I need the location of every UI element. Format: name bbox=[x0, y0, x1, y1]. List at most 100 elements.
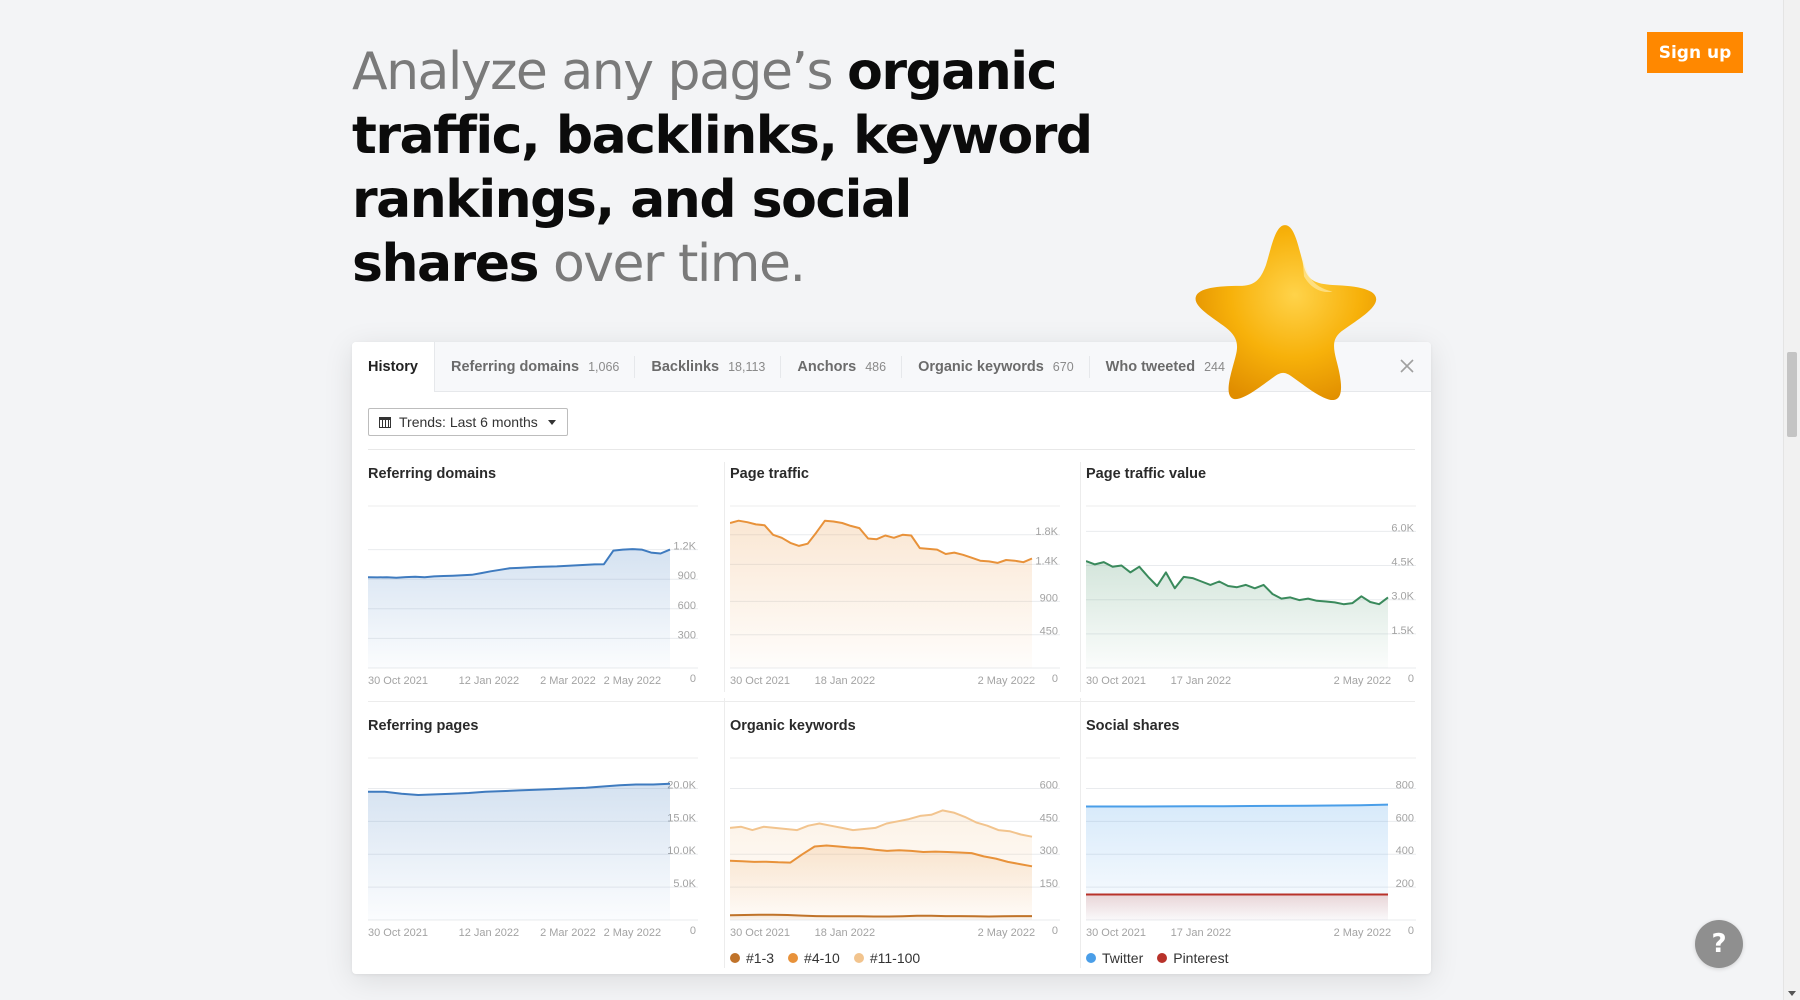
legend-item[interactable]: #4-10 bbox=[788, 950, 840, 966]
chart-title: Organic keywords bbox=[730, 718, 856, 734]
series-line-twitter[interactable] bbox=[1086, 803, 1389, 808]
chart-title: Social shares bbox=[1086, 718, 1180, 734]
chart-svg: 0 300 600 900 1.2K 30 Oct 2021 12 Jan 2022 2 Ma… bbox=[368, 505, 698, 687]
page-headline: Analyze any page’s organic traffic, back… bbox=[352, 40, 1112, 296]
series-area-page-traffic-value bbox=[1086, 561, 1388, 668]
chart-svg: 0 450 900 1.4K 1.8K 30 Oct 2021 18 Jan 2022 2 M… bbox=[730, 505, 1060, 687]
headline-intro: Analyze any page’s bbox=[352, 42, 848, 102]
y-tick-label: 800 bbox=[1396, 779, 1414, 791]
tab-label: Referring domains bbox=[450, 358, 580, 375]
y-tick-label: 0 bbox=[1052, 673, 1058, 685]
y-tick-label: 1.8K bbox=[1035, 526, 1058, 538]
tab-organic-keywords[interactable]: Organic keywords 670 bbox=[902, 342, 1090, 391]
y-tick-label: 900 bbox=[678, 570, 696, 582]
y-tick-label: 1.5K bbox=[1391, 625, 1414, 637]
headline-outro: over time. bbox=[537, 234, 806, 294]
x-tick-label: 2 Mar 2022 bbox=[540, 675, 596, 687]
legend-item[interactable]: #1-3 bbox=[730, 950, 774, 966]
page-scrollbar[interactable] bbox=[1783, 0, 1800, 1000]
chart-title: Page traffic bbox=[730, 466, 809, 482]
chart-svg: 0 1.5K 3.0K 4.5K 6.0K 30 Oct 2021 17 Jan 2022 2… bbox=[1086, 505, 1416, 687]
y-tick-label: 15.0K bbox=[667, 812, 696, 824]
y-tick-label: 450 bbox=[1040, 812, 1058, 824]
x-tick-label: 12 Jan 2022 bbox=[459, 675, 520, 687]
tab-anchors[interactable]: Anchors 486 bbox=[781, 342, 902, 391]
y-tick-label: 0 bbox=[1052, 925, 1058, 937]
divider bbox=[1080, 462, 1081, 692]
x-tick-label: 30 Oct 2021 bbox=[1086, 675, 1146, 687]
divider bbox=[1080, 698, 1081, 968]
chart-page-traffic-value: 0 1.5K 3.0K 4.5K 6.0K 30 Oct 2021 17 Jan 2022 2… bbox=[1086, 462, 1426, 712]
x-tick-label: 2 May 2022 bbox=[604, 675, 661, 687]
legend-item[interactable]: #11-100 bbox=[853, 950, 920, 966]
scroll-down-arrow-icon[interactable] bbox=[1788, 991, 1796, 996]
chart-title: Referring pages bbox=[368, 718, 479, 734]
y-tick-label: 6.0K bbox=[1391, 522, 1414, 534]
x-tick-label: 17 Jan 2022 bbox=[1171, 927, 1232, 939]
y-tick-label: 600 bbox=[1040, 779, 1058, 791]
y-tick-label: 3.0K bbox=[1391, 591, 1414, 603]
y-tick-label: 600 bbox=[1396, 812, 1414, 824]
x-tick-label: 18 Jan 2022 bbox=[815, 675, 876, 687]
legend-dot-icon bbox=[1157, 953, 1168, 963]
star-icon bbox=[1195, 225, 1377, 401]
legend-dot-icon bbox=[853, 953, 864, 963]
series-area-pinterest bbox=[1086, 894, 1388, 920]
tab-label: Anchors bbox=[797, 358, 857, 375]
y-tick-label: 400 bbox=[1396, 845, 1414, 857]
calendar-icon bbox=[379, 416, 391, 428]
tab-count: 670 bbox=[1052, 359, 1074, 374]
y-tick-label: 0 bbox=[690, 673, 696, 685]
y-tick-label: 5.0K bbox=[673, 878, 696, 890]
tab-label: Who tweeted bbox=[1105, 358, 1196, 375]
x-tick-label: 30 Oct 2021 bbox=[368, 675, 428, 687]
y-tick-label: 10.0K bbox=[667, 845, 696, 857]
legend-label: Pinterest bbox=[1173, 950, 1229, 966]
chart-title: Referring domains bbox=[368, 466, 497, 482]
y-tick-label: 0 bbox=[1408, 673, 1414, 685]
scrollbar-thumb[interactable] bbox=[1787, 352, 1797, 437]
x-tick-label: 18 Jan 2022 bbox=[815, 927, 876, 939]
legend-item[interactable]: Twitter bbox=[1086, 950, 1143, 966]
close-icon[interactable] bbox=[1395, 354, 1419, 378]
chart-svg: 0 150 300 450 600 30 Oct 2021 18 Jan 2022 2 May… bbox=[730, 757, 1060, 939]
chart-organic-keywords: 0 150 300 450 600 30 Oct 2021 18 Jan 2022 2 May… bbox=[730, 714, 1070, 966]
tab-referring-domains[interactable]: Referring domains 1,066 bbox=[435, 342, 636, 391]
history-card: History Referring domains 1,066 Backlinks 18… bbox=[352, 341, 1431, 974]
x-tick-label: 30 Oct 2021 bbox=[1086, 927, 1146, 939]
tab-count: 1,066 bbox=[588, 359, 620, 374]
trends-period-label: Trends: Last 6 months bbox=[399, 414, 538, 430]
y-tick-label: 1.4K bbox=[1035, 555, 1058, 567]
chart-legend: Twitter Pinterest bbox=[1086, 950, 1228, 966]
tab-label: Backlinks bbox=[651, 358, 720, 375]
chart-referring-pages: 0 5.0K 10.0K 15.0K 20.0K 30 Oct 2021 12 Jan 20… bbox=[368, 714, 708, 964]
x-tick-label: 2 Mar 2022 bbox=[540, 927, 596, 939]
y-tick-label: 300 bbox=[1040, 845, 1058, 857]
y-tick-label: 300 bbox=[678, 629, 696, 641]
tab-history[interactable]: History bbox=[352, 341, 435, 392]
legend-label: #4-10 bbox=[804, 950, 840, 966]
legend-item[interactable]: Pinterest bbox=[1157, 950, 1228, 966]
y-tick-label: 4.5K bbox=[1391, 557, 1414, 569]
caret-down-icon bbox=[547, 419, 556, 425]
legend-dot-icon bbox=[788, 953, 799, 963]
sign-up-button[interactable]: Sign up bbox=[1647, 32, 1743, 73]
x-tick-label: 2 May 2022 bbox=[604, 927, 661, 939]
legend-label: #1-3 bbox=[746, 950, 775, 966]
trends-period-dropdown[interactable]: Trends: Last 6 months bbox=[368, 408, 568, 436]
chart-svg: 0 5.0K 10.0K 15.0K 20.0K 30 Oct 2021 12 Jan 20… bbox=[368, 757, 698, 939]
help-button[interactable]: ? bbox=[1695, 920, 1743, 968]
divider bbox=[724, 462, 725, 692]
y-tick-label: 150 bbox=[1040, 878, 1058, 890]
x-tick-label: 30 Oct 2021 bbox=[730, 927, 790, 939]
x-tick-label: 2 May 2022 bbox=[1334, 927, 1391, 939]
tab-backlinks[interactable]: Backlinks 18,113 bbox=[635, 342, 782, 391]
chart-title: Page traffic value bbox=[1086, 466, 1207, 482]
y-tick-label: 900 bbox=[1040, 592, 1058, 604]
legend-dot-icon bbox=[1086, 953, 1096, 963]
y-tick-label: 1.2K bbox=[673, 541, 696, 553]
y-tick-label: 20.0K bbox=[667, 779, 696, 791]
chart-page-traffic: 0 450 900 1.4K 1.8K 30 Oct 2021 18 Jan 2022 2 M… bbox=[730, 462, 1070, 712]
divider bbox=[724, 698, 725, 968]
y-tick-label: 0 bbox=[1408, 925, 1414, 937]
